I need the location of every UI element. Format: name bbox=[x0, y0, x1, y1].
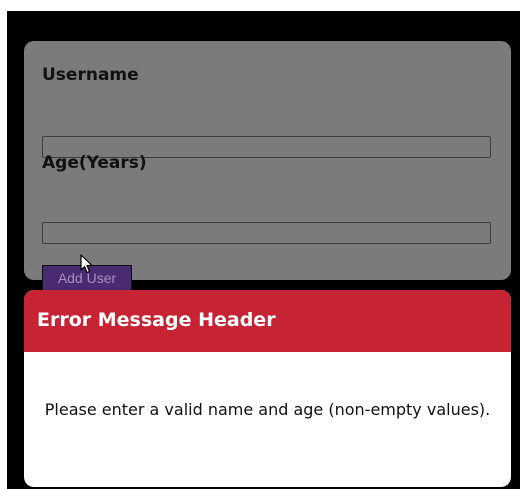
add-user-form: Username Age(Years) Add User bbox=[24, 41, 511, 291]
error-modal-title: Error Message Header bbox=[37, 309, 276, 331]
error-modal-header: Error Message Header bbox=[24, 290, 511, 352]
username-label: Username bbox=[42, 65, 139, 85]
error-modal: Error Message Header Please enter a vali… bbox=[24, 290, 511, 487]
age-label: Age(Years) bbox=[42, 153, 147, 173]
app-backdrop: Username Age(Years) Add User Error Messa… bbox=[7, 11, 520, 489]
age-input[interactable] bbox=[42, 222, 491, 244]
mouse-cursor-icon bbox=[80, 254, 93, 274]
error-modal-message: Please enter a valid name and age (non-e… bbox=[44, 400, 491, 419]
